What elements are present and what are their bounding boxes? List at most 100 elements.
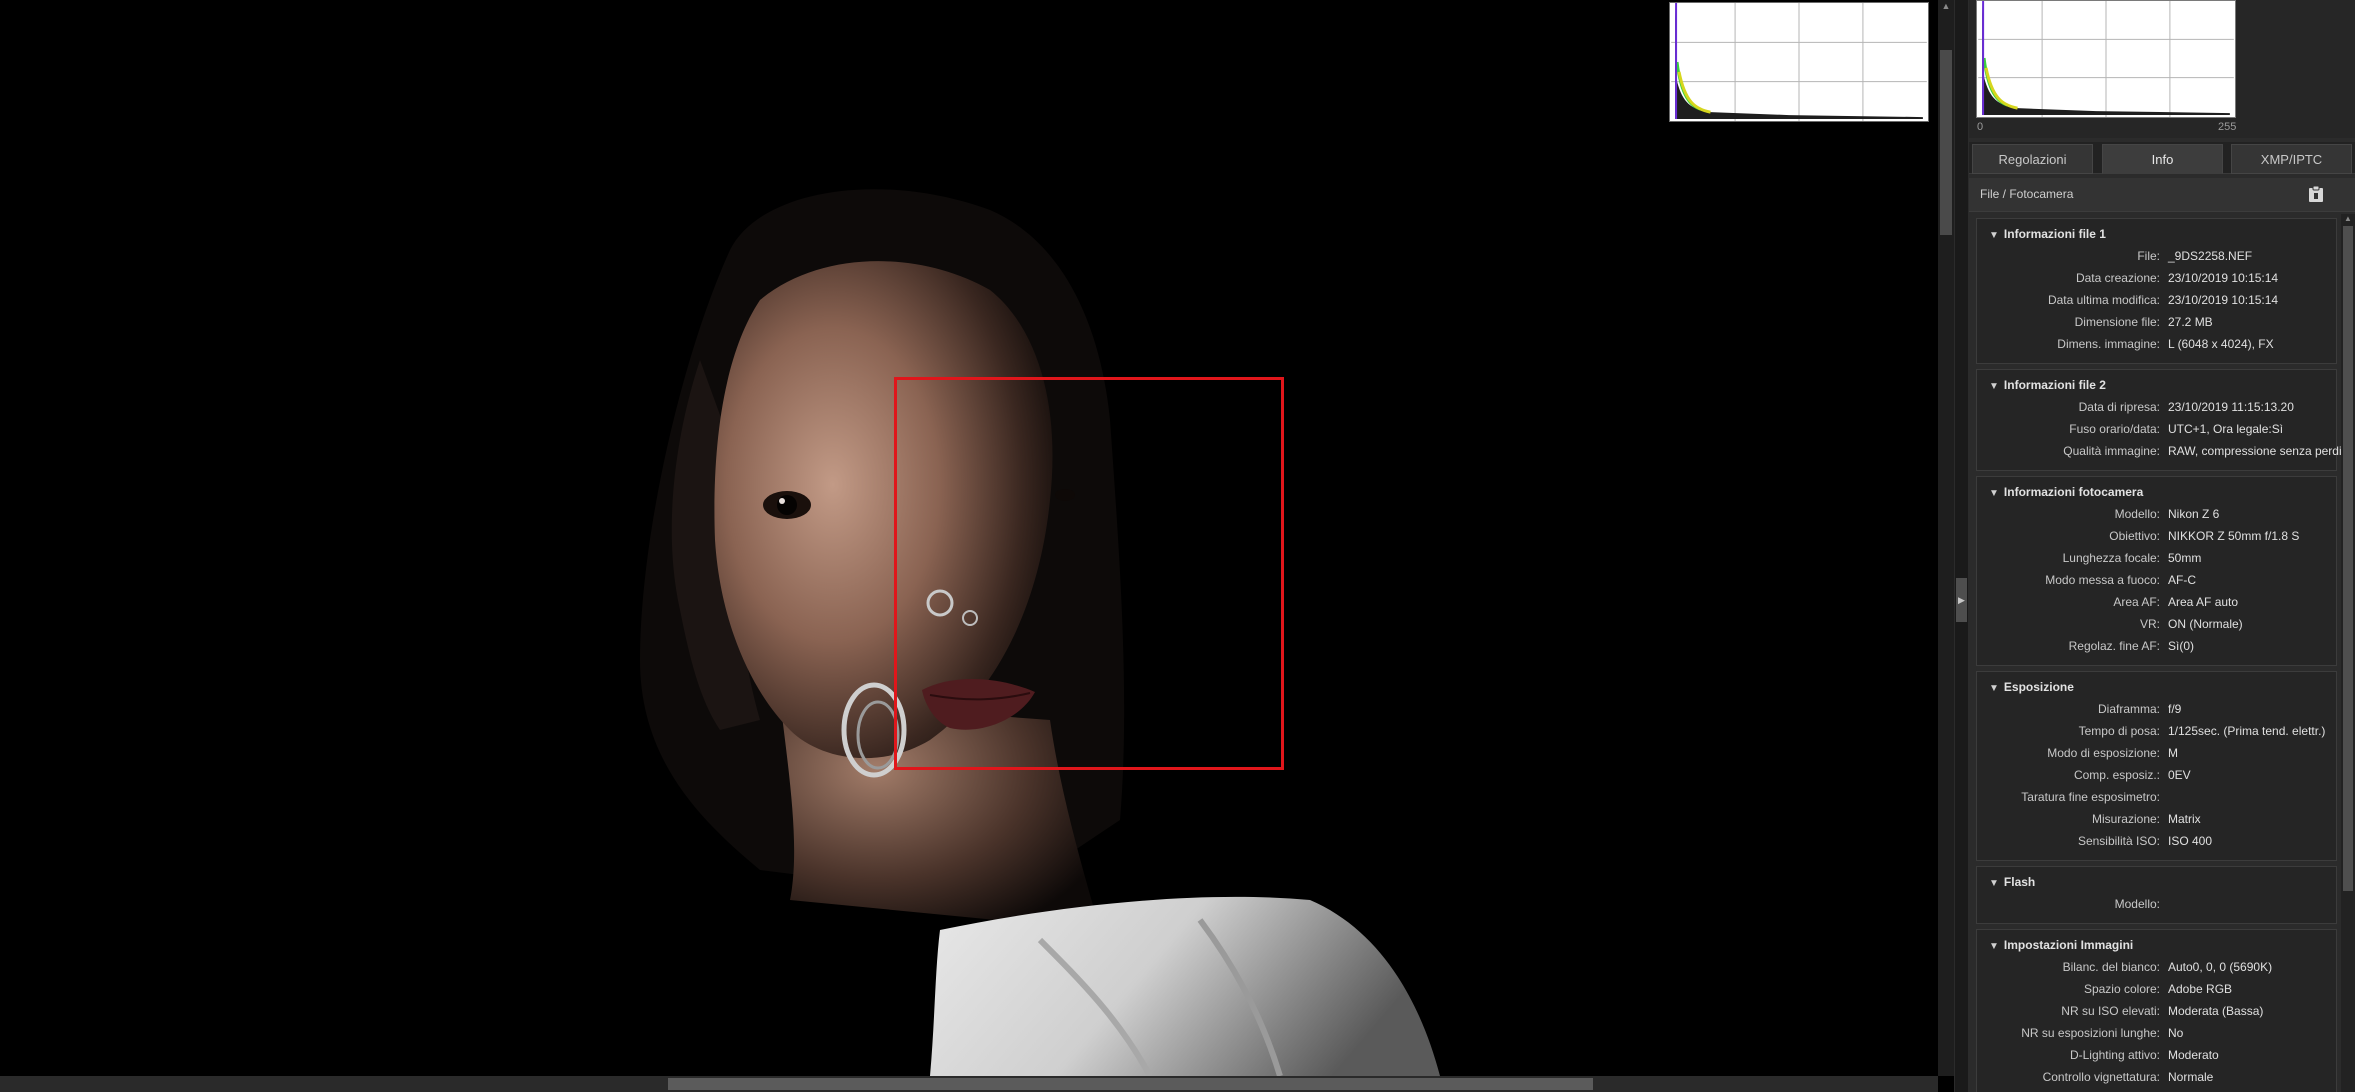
info-row-value: 50mm	[2168, 551, 2202, 565]
vertical-scrollbar[interactable]: ▲	[1938, 0, 1954, 1076]
expand-triangle-icon[interactable]: ▼	[1989, 941, 1999, 952]
info-row-label: Sensibilità ISO:	[2077, 834, 2160, 848]
info-row-value: 23/10/2019 10:15:14	[2168, 271, 2279, 285]
info-row-label: Area AF:	[2113, 595, 2160, 609]
info-row-label: File:	[2137, 249, 2160, 263]
info-row-value: 0EV	[2168, 768, 2191, 782]
info-row-value: M	[2168, 746, 2178, 760]
vertical-scrollbar-thumb[interactable]	[1940, 50, 1952, 235]
info-row-value: 23/10/2019 10:15:14	[2168, 293, 2279, 307]
info-group: ▼ Flash Modello:	[1976, 866, 2337, 924]
histogram-axis-max: 255	[2218, 121, 2237, 133]
info-group: ▼ Informazioni file 2 Data di ripresa: 23/1…	[1976, 369, 2341, 471]
horizontal-scrollbar-thumb[interactable]	[668, 1078, 1593, 1090]
info-group: ▼ Impostazioni Immagini Bilanc. del bianco…	[1976, 929, 2337, 1092]
info-row-value: No	[2168, 1026, 2184, 1040]
info-row-label: Misurazione:	[2091, 812, 2160, 826]
horizontal-scrollbar[interactable]	[0, 1076, 1938, 1092]
info-row-label: NR su esposizioni lunghe:	[2021, 1026, 2160, 1040]
info-row-value: 1/125sec. (Prima tend. elettr.)	[2168, 724, 2326, 738]
info-row-value: Moderata (Bassa)	[2168, 1004, 2264, 1018]
expand-triangle-icon[interactable]: ▼	[1989, 488, 1999, 499]
info-row-label: Modello:	[2114, 897, 2160, 911]
info-row-label: Taratura fine esposimetro:	[2021, 790, 2160, 804]
info-row-value: RAW, compressione senza perdit	[2168, 444, 2341, 458]
info-row-label: Diaframma:	[2097, 702, 2160, 716]
section-header: File / Fotocamera	[1969, 178, 2355, 212]
info-row-value: Moderato	[2168, 1048, 2219, 1062]
info-row-label: Qualità immagine:	[2063, 444, 2160, 458]
info-row-label: Data creazione:	[2075, 271, 2160, 285]
info-group-title[interactable]: ▼ Esposizione	[1989, 680, 2074, 694]
image-viewer[interactable]	[0, 0, 1938, 1076]
section-title: File / Fotocamera	[1980, 187, 2074, 201]
panel-vertical-scrollbar-thumb[interactable]	[2343, 226, 2353, 891]
info-group-title-text: Impostazioni Immagini	[2003, 938, 2134, 952]
expand-triangle-icon[interactable]: ▼	[1989, 381, 1999, 392]
tab-info[interactable]: Info	[2102, 144, 2223, 174]
info-row-value: Area AF auto	[2168, 595, 2239, 609]
info-group-title-text: Informazioni file 2	[2003, 378, 2106, 392]
info-row-label: Modo messa a fuoco:	[2045, 573, 2160, 587]
info-row-value: ON (Normale)	[2168, 617, 2243, 631]
expand-triangle-icon[interactable]: ▼	[1989, 230, 1999, 241]
info-row-value: Matrix	[2168, 812, 2201, 826]
info-row-value: UTC+1, Ora legale:Sì	[2168, 422, 2284, 436]
info-group-title-text: Esposizione	[2003, 680, 2074, 694]
face-detection-box	[894, 377, 1284, 770]
histogram-axis-min: 0	[1977, 121, 1984, 133]
info-row-value: Sì(0)	[2168, 639, 2195, 653]
info-row-value: L (6048 x 4024), FX	[2168, 337, 2274, 351]
info-row-value: NIKKOR Z 50mm f/1.8 S	[2168, 529, 2300, 543]
info-row-value: ISO 400	[2168, 834, 2213, 848]
panel-scroll-up-arrow-icon[interactable]: ▲	[2341, 214, 2355, 224]
info-row-label: Dimensione file:	[2074, 315, 2160, 329]
info-group-title[interactable]: ▼ Informazioni file 1	[1989, 227, 2106, 241]
info-group: ▼ Esposizione Diaframma: f/9 Tempo di posa: 1…	[1976, 671, 2337, 861]
tab-regolazioni[interactable]: Regolazioni	[1972, 144, 2093, 174]
info-row-value: Normale	[2168, 1070, 2214, 1084]
info-group-title[interactable]: ▼ Informazioni fotocamera	[1989, 485, 2143, 499]
histogram-area: 0 255	[1969, 0, 2355, 138]
info-row-value: Nikon Z 6	[2168, 507, 2220, 521]
info-list: ▼ Informazioni file 1 File: _9DS2258.NEF Dat…	[1969, 214, 2341, 1092]
info-group-title-text: Informazioni file 1	[2003, 227, 2106, 241]
info-row-label: Data ultima modifica:	[2047, 293, 2160, 307]
info-row-label: Modello:	[2114, 507, 2160, 521]
info-group-title[interactable]: ▼ Impostazioni Immagini	[1989, 938, 2133, 952]
clipboard-icon[interactable]	[2307, 184, 2325, 204]
info-group-title-text: Informazioni fotocamera	[2003, 485, 2144, 499]
info-group-title[interactable]: ▼ Informazioni file 2	[1989, 378, 2106, 392]
info-row-label: Regolaz. fine AF:	[2068, 639, 2160, 653]
info-row-label: Controllo vignettatura:	[2042, 1070, 2160, 1084]
tab-xmp-iptc[interactable]: XMP/IPTC	[2231, 144, 2352, 174]
info-group-title-text: Flash	[2003, 875, 2036, 889]
info-row-value: AF-C	[2168, 573, 2196, 587]
panel-splitter[interactable]: ▶	[1954, 0, 1969, 1092]
info-row-label: Bilanc. del bianco:	[2062, 960, 2160, 974]
info-row-label: Lunghezza focale:	[2062, 551, 2160, 565]
info-row-value: 27.2 MB	[2168, 315, 2213, 329]
info-row-label: Spazio colore:	[2083, 982, 2160, 996]
info-row-label: NR su ISO elevati:	[2061, 1004, 2160, 1018]
collapse-panel-arrow-icon[interactable]: ▶	[1956, 578, 1967, 622]
info-group-title[interactable]: ▼ Flash	[1989, 875, 2035, 889]
info-row-value: Adobe RGB	[2168, 982, 2233, 996]
navigator-histogram	[1669, 2, 1929, 122]
info-row-value: Auto0, 0, 0 (5690K)	[2168, 960, 2273, 974]
info-row-label: D-Lighting attivo:	[2069, 1048, 2160, 1062]
info-row-label: Data di ripresa:	[2078, 400, 2160, 414]
panel-tab-bar: Regolazioni Info XMP/IPTC	[1969, 142, 2355, 174]
scroll-up-arrow-icon[interactable]: ▲	[1938, 0, 1954, 12]
panel-vertical-scrollbar[interactable]: ▲	[2341, 214, 2355, 1092]
info-row-label: Modo di esposizione:	[2047, 746, 2160, 760]
main-histogram	[1976, 0, 2236, 118]
info-group: ▼ Informazioni fotocamera Modello: Nikon Z …	[1976, 476, 2337, 666]
expand-triangle-icon[interactable]: ▼	[1989, 683, 1999, 694]
info-row-label: Dimens. immagine:	[2057, 337, 2160, 351]
info-row-value: _9DS2258.NEF	[2168, 249, 2253, 263]
info-row-value: 23/10/2019 11:15:13.20	[2168, 400, 2294, 414]
info-row-label: Obiettivo:	[2109, 529, 2160, 543]
info-row-label: Fuso orario/data:	[2069, 422, 2160, 436]
expand-triangle-icon[interactable]: ▼	[1989, 878, 1999, 889]
